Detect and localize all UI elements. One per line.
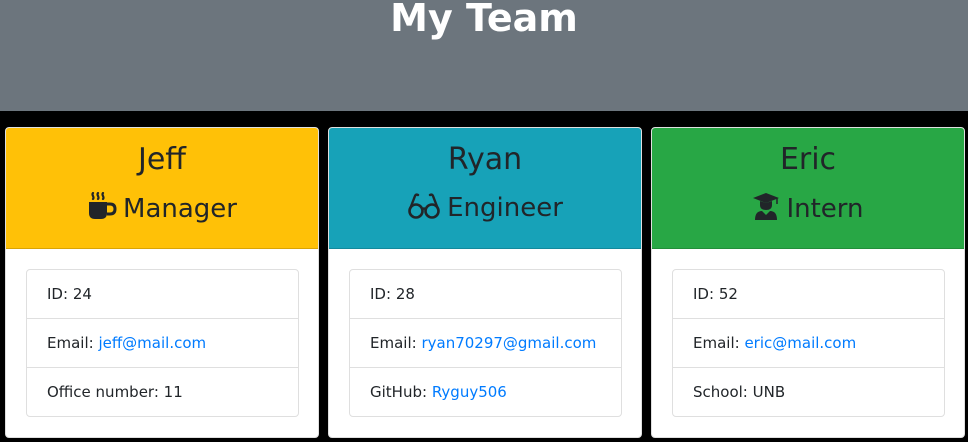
school-label: School: [693, 383, 748, 401]
id-value: 52 [718, 285, 738, 303]
school-value: UNB [752, 383, 786, 401]
email-link[interactable]: ryan70297@gmail.com [421, 334, 596, 352]
list-item-id: ID: 52 [673, 270, 944, 319]
employee-card-engineer: Ryan Engineer ID: 28 Email: ryan70297@gm… [328, 127, 642, 438]
page-title: My Team [390, 0, 578, 40]
email-link[interactable]: jeff@mail.com [98, 334, 206, 352]
list-item-email: Email: jeff@mail.com [27, 319, 298, 368]
employee-name: Eric [779, 142, 837, 177]
list-item-id: ID: 24 [27, 270, 298, 319]
list-item-github: GitHub: Ryguy506 [350, 368, 621, 417]
employee-name: Ryan [447, 142, 523, 177]
coffee-mug-icon [87, 192, 117, 220]
employee-details-list: ID: 24 Email: jeff@mail.com Office numbe… [26, 269, 299, 417]
role-label: Manager [123, 194, 237, 224]
graduate-icon [752, 192, 780, 220]
card-header: Eric Intern [652, 128, 964, 249]
list-item-office-number: Office number: 11 [27, 368, 298, 417]
employee-details-list: ID: 28 Email: ryan70297@gmail.com GitHub… [349, 269, 622, 417]
email-label: Email: [47, 334, 94, 352]
list-item-email: Email: eric@mail.com [673, 319, 944, 368]
email-label: Email: [693, 334, 740, 352]
employee-card-intern: Eric Intern ID: 52 Email: eric@mail.com … [651, 127, 965, 438]
email-link[interactable]: eric@mail.com [744, 334, 856, 352]
employee-details-list: ID: 52 Email: eric@mail.com School: UNB [672, 269, 945, 417]
employee-role: Manager [6, 192, 318, 225]
employee-name: Jeff [138, 142, 186, 177]
id-value: 24 [72, 285, 92, 303]
role-label: Engineer [447, 193, 563, 223]
list-item-id: ID: 28 [350, 270, 621, 319]
list-item-email: Email: ryan70297@gmail.com [350, 319, 621, 368]
id-label: ID: [693, 285, 715, 303]
page-header: My Team [0, 0, 968, 111]
email-label: Email: [370, 334, 417, 352]
id-label: ID: [370, 285, 392, 303]
github-label: GitHub: [370, 383, 428, 401]
role-label: Intern [786, 194, 864, 224]
office-number-value: 11 [163, 383, 183, 401]
id-label: ID: [47, 285, 69, 303]
github-link[interactable]: Ryguy506 [432, 383, 507, 401]
list-item-school: School: UNB [673, 368, 944, 417]
card-header: Jeff Manager [6, 128, 318, 249]
office-number-label: Office number: [47, 383, 159, 401]
employee-role: Engineer [329, 192, 641, 224]
employee-card-manager: Jeff Manager ID: 24 Email: jeff@mail.com… [5, 127, 319, 438]
employee-role: Intern [652, 192, 964, 225]
card-header: Ryan Engineer [329, 128, 641, 249]
glasses-icon [407, 193, 441, 219]
id-value: 28 [395, 285, 415, 303]
